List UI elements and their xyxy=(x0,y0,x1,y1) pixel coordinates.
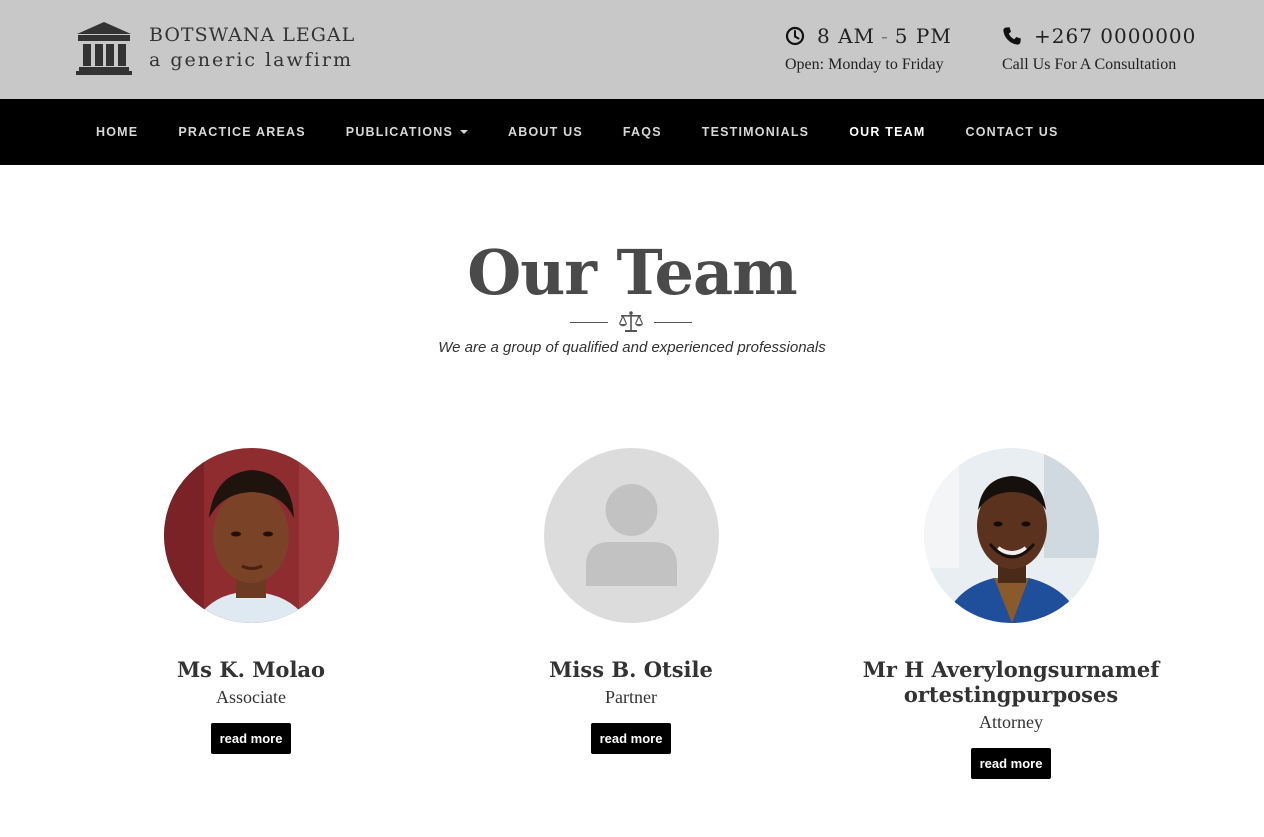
brand-tagline: a generic lawfirm xyxy=(149,49,353,71)
read-more-button[interactable]: read more xyxy=(210,723,292,754)
team-member-card: Mr H Averylongsurnamefortestingpurposes … xyxy=(846,448,1176,779)
caret-down-icon xyxy=(460,130,469,134)
nav-testimonials[interactable]: TESTIMONIALS xyxy=(702,125,809,139)
read-more-button[interactable]: read more xyxy=(590,723,672,754)
opening-hours: 8 AM - 5 PM Open: Monday to Friday xyxy=(785,22,952,74)
close-time: 5 PM xyxy=(894,24,952,48)
team-member-photo xyxy=(923,448,1099,623)
brand-logo-link[interactable]: BOTSWANA LEGAL a generic lawfirm xyxy=(75,20,355,76)
divider-line-right xyxy=(654,322,692,323)
hours-separator: - xyxy=(881,24,889,48)
phone-icon xyxy=(1003,27,1021,45)
team-member-card: Ms K. Molao Associate read more xyxy=(86,448,416,754)
nav-about-us[interactable]: ABOUT US xyxy=(508,125,583,139)
courthouse-icon xyxy=(76,22,132,75)
nav-practice-areas[interactable]: PRACTICE AREAS xyxy=(178,125,305,139)
team-member-role: Attorney xyxy=(979,712,1043,732)
team-member-role: Partner xyxy=(605,687,657,707)
nav-publications-dropdown[interactable]: PUBLICATIONS xyxy=(345,125,469,139)
nav-home[interactable]: HOME xyxy=(96,125,138,139)
top-header: BOTSWANA LEGAL a generic lawfirm 8 AM - … xyxy=(0,0,1264,99)
team-member-card: Miss B. Otsile Partner read more xyxy=(466,448,796,754)
divider-line-left xyxy=(570,322,608,323)
page-title: Our Team xyxy=(467,236,798,309)
team-member-name: Mr H Averylongsurnamefortestingpurposes xyxy=(862,657,1160,707)
section-subtitle: We are a group of qualified and experien… xyxy=(438,339,826,356)
team-member-photo xyxy=(543,448,719,623)
team-member-name: Miss B. Otsile xyxy=(549,657,713,682)
nav-publications-label: PUBLICATIONS xyxy=(345,125,454,139)
nav-our-team[interactable]: OUR TEAM xyxy=(849,125,925,139)
brand-name: BOTSWANA LEGAL xyxy=(149,24,356,46)
phone-contact[interactable]: +267 0000000 Call Us For A Consultation xyxy=(1002,22,1196,74)
open-time: 8 AM xyxy=(817,24,876,48)
nav-faqs[interactable]: FAQS xyxy=(623,125,662,139)
phone-number: +267 0000000 xyxy=(1034,24,1197,48)
clock-icon xyxy=(785,26,805,46)
title-divider xyxy=(570,310,692,334)
phone-caption: Call Us For A Consultation xyxy=(1002,56,1177,73)
open-days: Open: Monday to Friday xyxy=(785,56,944,73)
team-member-photo xyxy=(163,448,339,623)
main-navigation: HOME PRACTICE AREAS PUBLICATIONS ABOUT U… xyxy=(0,99,1264,165)
team-member-name: Ms K. Molao xyxy=(176,657,326,682)
nav-contact-us[interactable]: CONTACT US xyxy=(965,125,1058,139)
read-more-button[interactable]: read more xyxy=(970,748,1052,779)
user-placeholder-icon xyxy=(543,448,719,623)
team-member-role: Associate xyxy=(216,687,286,707)
scales-icon xyxy=(618,311,644,332)
